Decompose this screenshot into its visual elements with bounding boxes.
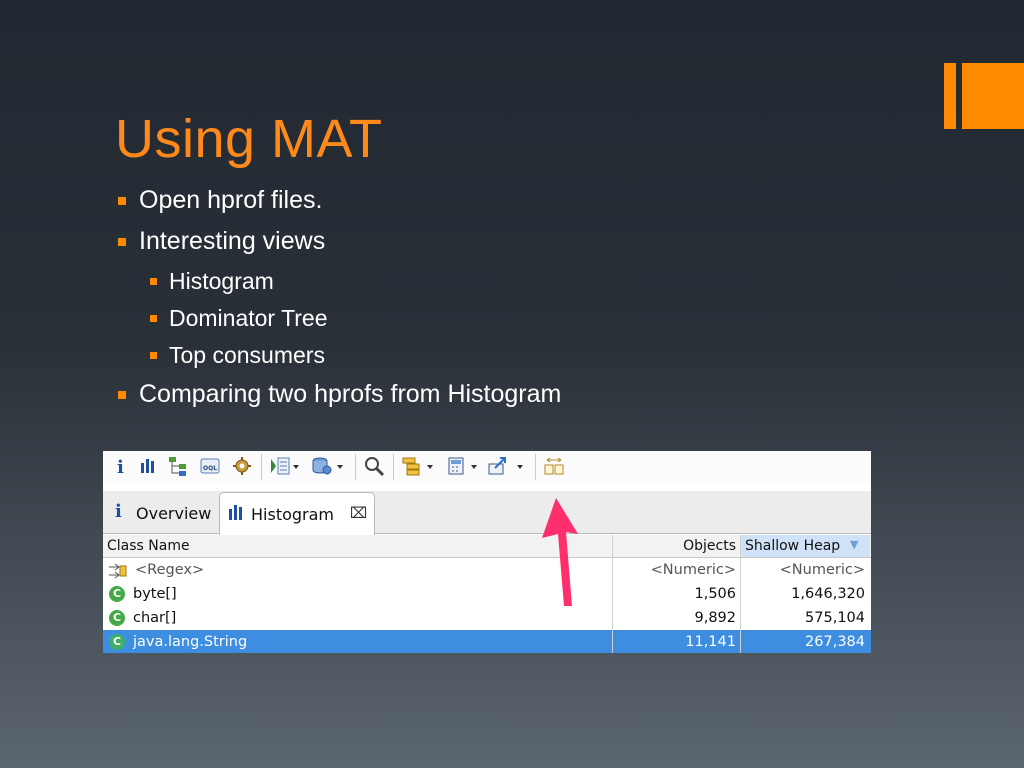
corner-accent [944, 63, 1024, 129]
group-by-icon[interactable] [401, 455, 423, 477]
filter-row[interactable]: <Regex> <Numeric> <Numeric> [103, 558, 871, 582]
info-icon[interactable]: i [109, 455, 131, 478]
tab-overview[interactable]: i Overview [107, 495, 215, 533]
column-header-objects[interactable]: Objects [612, 538, 736, 554]
bullet-square-icon [118, 238, 126, 246]
tab-histogram[interactable]: Histogram ⌧ [219, 492, 375, 535]
mat-toolbar: i OQL [103, 451, 871, 483]
bullet-square-icon [118, 391, 126, 399]
column-header-shallow-heap[interactable]: Shallow Heap ▼ [740, 535, 870, 557]
chevron-down-icon[interactable] [471, 465, 477, 469]
class-icon: C [109, 586, 125, 602]
bullet-square-icon [150, 315, 157, 322]
oql-icon[interactable]: OQL [199, 455, 221, 477]
annotation-arrow [542, 498, 578, 606]
table-row[interactable]: C java.lang.String 11,141 267,384 [103, 630, 871, 653]
histogram-icon [228, 504, 246, 520]
compare-icon[interactable] [543, 455, 565, 477]
table-row[interactable]: C byte[] 1,506 1,646,320 [103, 582, 871, 606]
editor-tabbar: i Overview Histogram ⌧ [103, 491, 871, 535]
query-browser-icon[interactable] [269, 455, 291, 477]
toolbar-separator [261, 454, 262, 480]
toolbar-separator [355, 454, 356, 480]
chevron-down-icon[interactable] [293, 465, 299, 469]
mat-screenshot: i OQL i Overview Histogram ⌧ Class Name … [103, 451, 871, 653]
toolbar-separator [393, 454, 394, 480]
slide-title: Using MAT [115, 109, 383, 169]
histogram-icon[interactable] [137, 455, 159, 477]
settings-icon[interactable] [231, 455, 253, 477]
filter-class-name[interactable]: <Regex> [135, 562, 204, 578]
class-icon: C [109, 610, 125, 626]
bullet-square-icon [150, 352, 157, 359]
calculate-retained-icon[interactable] [445, 455, 467, 477]
svg-text:i: i [117, 457, 124, 477]
table-row[interactable]: C char[] 9,892 575,104 [103, 606, 871, 630]
chevron-down-icon[interactable] [427, 465, 433, 469]
export-icon[interactable] [487, 455, 509, 477]
filter-objects[interactable]: <Numeric> [612, 562, 736, 578]
info-icon: i [115, 501, 122, 522]
column-header-class-name[interactable]: Class Name [107, 538, 190, 554]
column-divider[interactable] [612, 535, 613, 653]
class-icon: C [109, 634, 125, 650]
bullet-square-icon [118, 197, 126, 205]
close-icon[interactable]: ⌧ [350, 504, 367, 522]
accent-bar-thick [962, 63, 1024, 129]
accent-bar-thin [944, 63, 956, 129]
chevron-down-icon[interactable] [517, 465, 523, 469]
filter-regex-icon [107, 561, 129, 581]
search-icon[interactable] [363, 455, 385, 477]
table-header: Class Name Objects Shallow Heap ▼ [103, 535, 871, 558]
chevron-down-icon[interactable] [337, 465, 343, 469]
heap-dump-overview-icon[interactable] [311, 455, 333, 477]
bullet-square-icon [150, 278, 157, 285]
svg-text:OQL: OQL [203, 465, 217, 472]
sort-descending-icon: ▼ [850, 538, 859, 551]
column-divider[interactable] [740, 535, 741, 653]
toolbar-separator [535, 454, 536, 480]
dominator-tree-icon[interactable] [167, 455, 189, 477]
filter-shallow-heap[interactable]: <Numeric> [743, 562, 865, 578]
